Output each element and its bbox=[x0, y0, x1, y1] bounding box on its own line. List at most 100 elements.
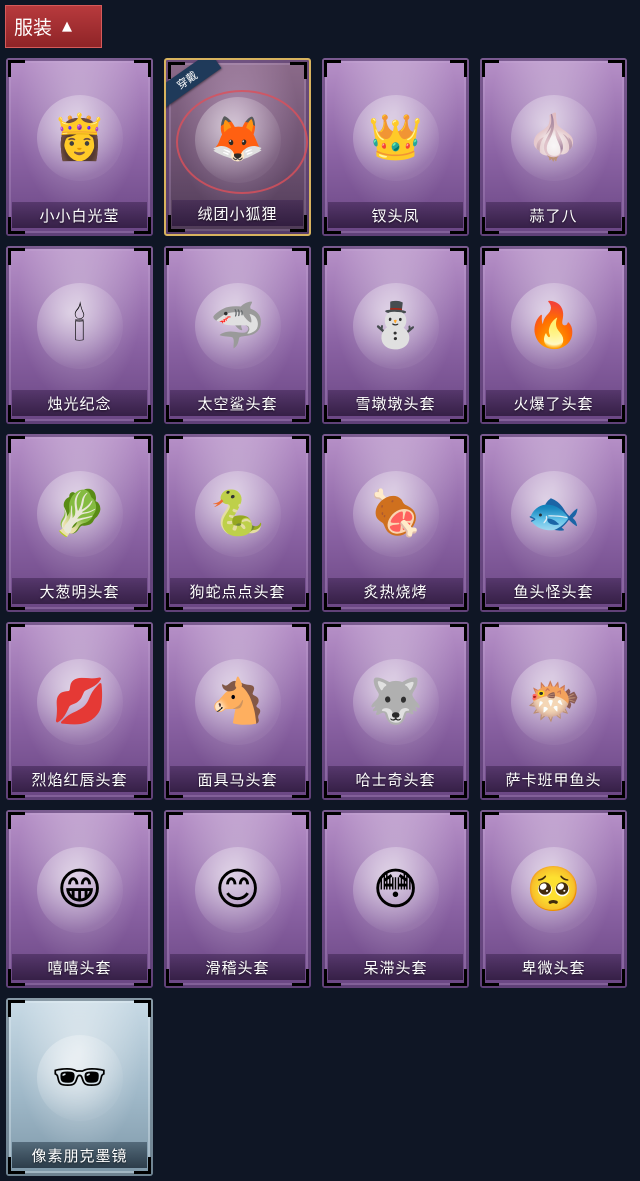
card-frame-corner bbox=[324, 436, 341, 453]
costume-label-bar: 烛光纪念 bbox=[12, 390, 147, 416]
snake-helmet-icon: 🐍 bbox=[194, 471, 281, 557]
costume-card[interactable]: 🦈 太空鲨头套 bbox=[164, 246, 311, 424]
costume-preview: ⛄ bbox=[322, 274, 469, 378]
card-frame-corner bbox=[134, 248, 151, 265]
princess-avatar-icon: 👸 bbox=[36, 95, 123, 181]
card-frame-corner bbox=[8, 60, 25, 77]
card-frame-corner bbox=[324, 624, 341, 641]
costume-card[interactable]: 🕶 像素朋克墨镜 bbox=[6, 998, 153, 1176]
card-frame-corner bbox=[290, 62, 307, 79]
costume-label-bar: 呆滞头套 bbox=[328, 954, 463, 980]
grin-emoji-helmet-icon: 😁 bbox=[36, 847, 123, 933]
red-lips-helmet-icon: 💋 bbox=[36, 659, 123, 745]
card-frame-corner bbox=[482, 436, 499, 453]
costume-preview: 🐟 bbox=[480, 462, 627, 566]
shark-helmet-icon: 🦈 bbox=[194, 283, 281, 369]
card-frame-corner bbox=[8, 624, 25, 641]
costume-preview: 🥺 bbox=[480, 838, 627, 942]
costume-preview: 💋 bbox=[6, 650, 153, 754]
card-frame-corner bbox=[8, 436, 25, 453]
costume-label-bar: 滑稽头套 bbox=[170, 954, 305, 980]
costume-name: 像素朋克墨镜 bbox=[31, 1146, 128, 1165]
costume-card[interactable]: 😁 嘻嘻头套 bbox=[6, 810, 153, 988]
costume-label-bar: 绒团小狐狸 bbox=[172, 200, 303, 226]
scallion-helmet-icon: 🥬 bbox=[36, 471, 123, 557]
card-frame-corner bbox=[134, 60, 151, 77]
costume-card[interactable]: 🐡 萨卡班甲鱼头 bbox=[480, 622, 627, 800]
card-frame-corner bbox=[608, 624, 625, 641]
fire-helmet-icon: 🔥 bbox=[510, 283, 597, 369]
card-frame-corner bbox=[292, 624, 309, 641]
costume-name: 钗头凤 bbox=[371, 206, 420, 225]
costume-card[interactable]: 🍖 炙热烧烤 bbox=[322, 434, 469, 612]
costume-card[interactable]: ⛄ 雪墩墩头套 bbox=[322, 246, 469, 424]
card-frame-corner bbox=[450, 60, 467, 77]
garlic-avatar-icon: 🧄 bbox=[510, 95, 597, 181]
costume-name: 大葱明头套 bbox=[39, 582, 120, 601]
card-frame-corner bbox=[292, 812, 309, 829]
card-frame-corner bbox=[166, 812, 183, 829]
humble-emoji-helmet-icon: 🥺 bbox=[510, 847, 597, 933]
costume-card[interactable]: 😊 滑稽头套 bbox=[164, 810, 311, 988]
card-frame-corner bbox=[450, 624, 467, 641]
costume-card[interactable]: 👸 小小白光莹 bbox=[6, 58, 153, 236]
costume-card[interactable]: 🥬 大葱明头套 bbox=[6, 434, 153, 612]
costume-card[interactable]: 😳 呆滞头套 bbox=[322, 810, 469, 988]
costume-name: 嘻嘻头套 bbox=[47, 958, 112, 977]
costume-preview: 🦈 bbox=[164, 274, 311, 378]
costume-label-bar: 火爆了头套 bbox=[486, 390, 621, 416]
costume-preview: 👸 bbox=[6, 86, 153, 190]
costume-preview: 🐡 bbox=[480, 650, 627, 754]
costume-name: 滑稽头套 bbox=[205, 958, 270, 977]
costume-preview: 😊 bbox=[164, 838, 311, 942]
husky-helmet-icon: 🐺 bbox=[352, 659, 439, 745]
costume-name: 火爆了头套 bbox=[513, 394, 594, 413]
costume-card[interactable]: 💋 烈焰红唇头套 bbox=[6, 622, 153, 800]
costume-card[interactable]: 👑 钗头凤 bbox=[322, 58, 469, 236]
costume-category-tab[interactable]: 服装 ▲ bbox=[5, 5, 102, 48]
armored-fish-helmet-icon: 🐡 bbox=[510, 659, 597, 745]
costume-preview: 😁 bbox=[6, 838, 153, 942]
costume-preview: 🍖 bbox=[322, 462, 469, 566]
costume-card[interactable]: 🧄 蒜了八 bbox=[480, 58, 627, 236]
costume-preview: 🔥 bbox=[480, 274, 627, 378]
costume-preview: 🐍 bbox=[164, 462, 311, 566]
costume-card[interactable]: 🦊 穿戴 绒团小狐狸 bbox=[164, 58, 311, 236]
fox-avatar-icon: 🦊 bbox=[194, 97, 281, 183]
card-frame-corner bbox=[8, 1000, 25, 1017]
card-frame-corner bbox=[608, 436, 625, 453]
costume-name: 烈焰红唇头套 bbox=[31, 770, 128, 789]
costume-card[interactable]: 🥺 卑微头套 bbox=[480, 810, 627, 988]
costume-label-bar: 小小白光莹 bbox=[12, 202, 147, 228]
card-frame-corner bbox=[8, 248, 25, 265]
costume-card[interactable]: 🐴 面具马头套 bbox=[164, 622, 311, 800]
costume-card[interactable]: 🐺 哈士奇头套 bbox=[322, 622, 469, 800]
costume-label-bar: 哈士奇头套 bbox=[328, 766, 463, 792]
costume-card[interactable]: 🐟 鱼头怪头套 bbox=[480, 434, 627, 612]
costume-name: 鱼头怪头套 bbox=[513, 582, 594, 601]
snowman-helmet-icon: ⛄ bbox=[352, 283, 439, 369]
card-frame-corner bbox=[324, 248, 341, 265]
costume-grid: 👸 小小白光莹 🦊 穿戴 绒团小狐狸 👑 钗头凤 🧄 蒜了八 🕯 烛光纪念 🦈 太空鲨头套 ⛄ 雪墩墩头套 🔥… bbox=[6, 58, 627, 1176]
costume-label-bar: 像素朋克墨镜 bbox=[12, 1142, 147, 1168]
costume-name: 萨卡班甲鱼头 bbox=[505, 770, 602, 789]
costume-preview: 🧄 bbox=[480, 86, 627, 190]
costume-label-bar: 烈焰红唇头套 bbox=[12, 766, 147, 792]
costume-card[interactable]: 🕯 烛光纪念 bbox=[6, 246, 153, 424]
costume-preview: 😳 bbox=[322, 838, 469, 942]
funny-emoji-helmet-icon: 😊 bbox=[194, 847, 281, 933]
costume-card[interactable]: 🐍 狗蛇点点头套 bbox=[164, 434, 311, 612]
costume-name: 炙热烧烤 bbox=[363, 582, 428, 601]
costume-name: 小小白光莹 bbox=[39, 206, 120, 225]
category-title: 服装 bbox=[14, 17, 53, 39]
chevron-up-icon: ▲ bbox=[62, 19, 73, 34]
costume-card[interactable]: 🔥 火爆了头套 bbox=[480, 246, 627, 424]
costume-name: 哈士奇头套 bbox=[355, 770, 436, 789]
card-frame-corner bbox=[166, 436, 183, 453]
card-frame-corner bbox=[292, 436, 309, 453]
card-frame-corner bbox=[608, 60, 625, 77]
card-frame-corner bbox=[450, 812, 467, 829]
costume-name: 狗蛇点点头套 bbox=[189, 582, 286, 601]
card-frame-corner bbox=[450, 248, 467, 265]
card-frame-corner bbox=[134, 624, 151, 641]
